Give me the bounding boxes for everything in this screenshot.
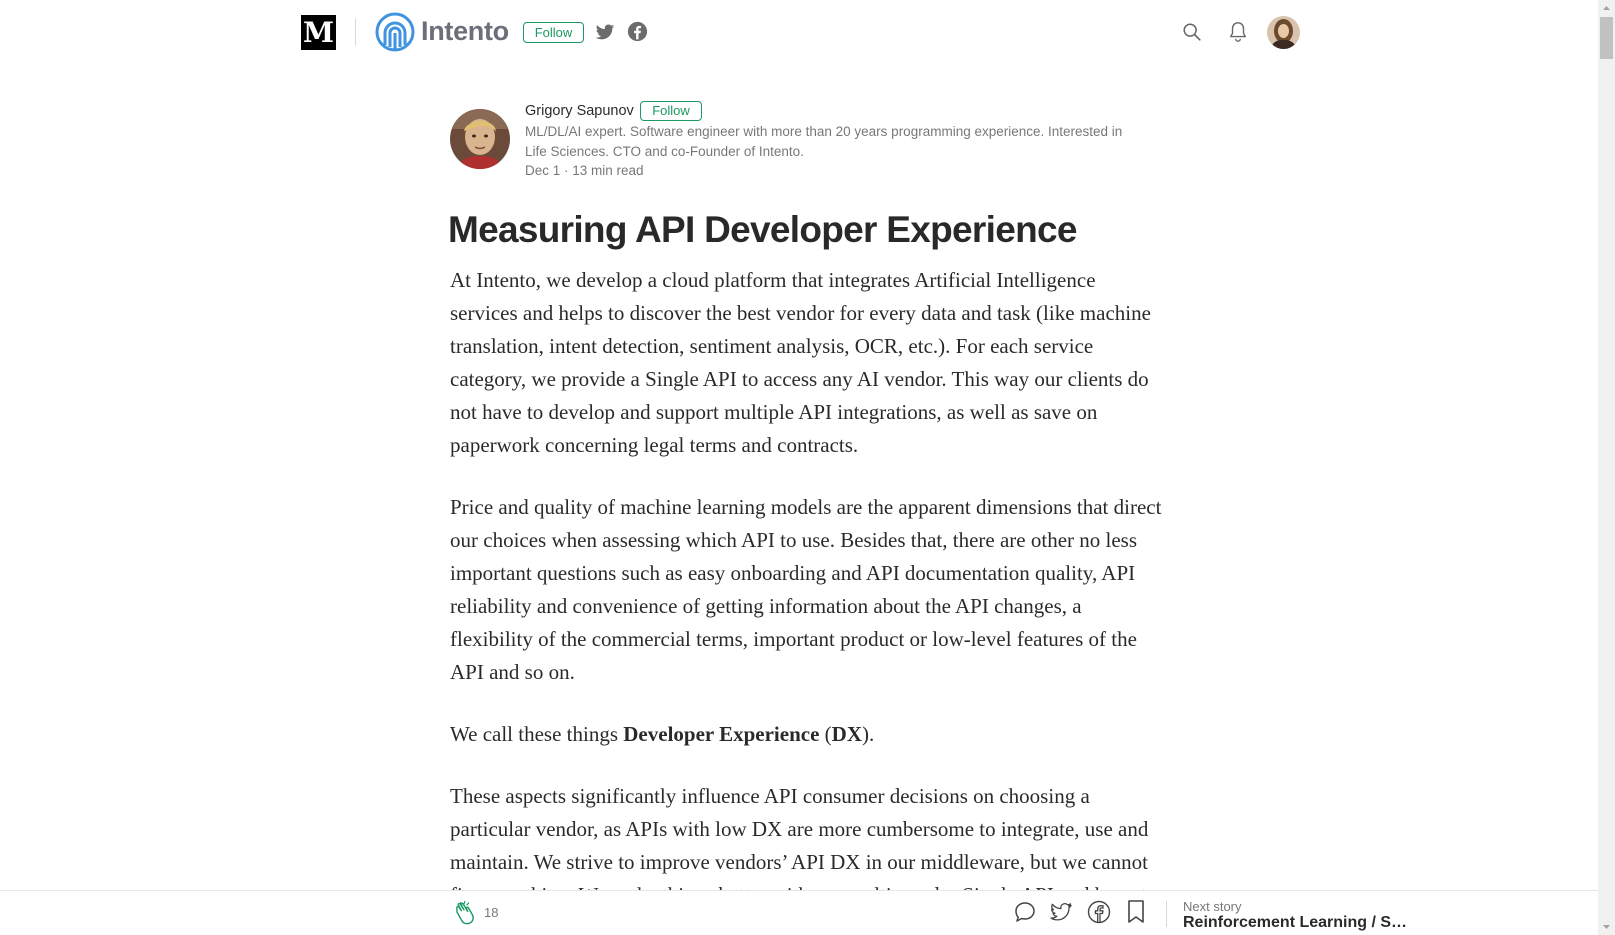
notifications-bell-icon[interactable]: [1227, 20, 1249, 44]
scroll-down-arrow-icon[interactable]: [1598, 918, 1615, 935]
search-icon[interactable]: [1181, 21, 1203, 43]
facebook-icon[interactable]: [627, 21, 648, 42]
follow-author-button[interactable]: Follow: [640, 101, 702, 121]
share-facebook-icon[interactable]: [1087, 900, 1111, 924]
author-bio: ML/DL/AI expert. Software engineer with …: [525, 124, 1123, 159]
article-title: Measuring API Developer Experience: [448, 209, 1077, 250]
author-name[interactable]: Grigory Sapunov: [525, 102, 634, 120]
twitter-icon[interactable]: [594, 21, 616, 43]
article-body: At Intento, we develop a cloud platform …: [450, 264, 1162, 935]
intento-logo-icon[interactable]: [375, 12, 415, 52]
next-story-label[interactable]: Next story: [1183, 899, 1242, 914]
clap-count: 18: [484, 905, 499, 920]
share-twitter-icon[interactable]: [1049, 901, 1073, 923]
scroll-up-arrow-icon[interactable]: [1598, 0, 1615, 17]
clap-icon[interactable]: [451, 900, 477, 926]
article-paragraph: Price and quality of machine learning mo…: [450, 495, 1162, 684]
next-story-title[interactable]: Reinforcement Learning / Su...: [1183, 913, 1408, 933]
follow-publication-button[interactable]: Follow: [523, 22, 584, 43]
user-avatar[interactable]: [1267, 16, 1300, 49]
paragraph-text: We call these things: [450, 722, 624, 746]
author-avatar[interactable]: [450, 109, 510, 169]
article-paragraph: At Intento, we develop a cloud platform …: [450, 268, 1151, 457]
medium-logo[interactable]: M: [301, 15, 336, 50]
top-bar: M Intento Follow: [0, 0, 1598, 64]
publication-name[interactable]: Intento: [421, 13, 509, 49]
header-divider: [355, 18, 356, 46]
bottom-action-bar: 18 Next story Reinforcement Learning / S…: [0, 890, 1598, 935]
post-meta: Dec 1 · 13 min read: [525, 163, 644, 178]
paragraph-text: (: [819, 722, 832, 746]
response-bubble-icon[interactable]: [1013, 900, 1037, 924]
bottom-bar-divider: [1166, 901, 1167, 927]
article-paragraph: We call these things Developer Experienc…: [450, 718, 1162, 751]
scrollbar-thumb[interactable]: [1600, 17, 1613, 59]
page-scrollbar[interactable]: [1598, 0, 1615, 935]
bold-term-dx: DX: [831, 722, 862, 746]
bookmark-icon[interactable]: [1126, 899, 1146, 924]
bold-term-developer-experience: Developer Experience: [623, 722, 820, 746]
paragraph-text: ).: [862, 722, 875, 746]
